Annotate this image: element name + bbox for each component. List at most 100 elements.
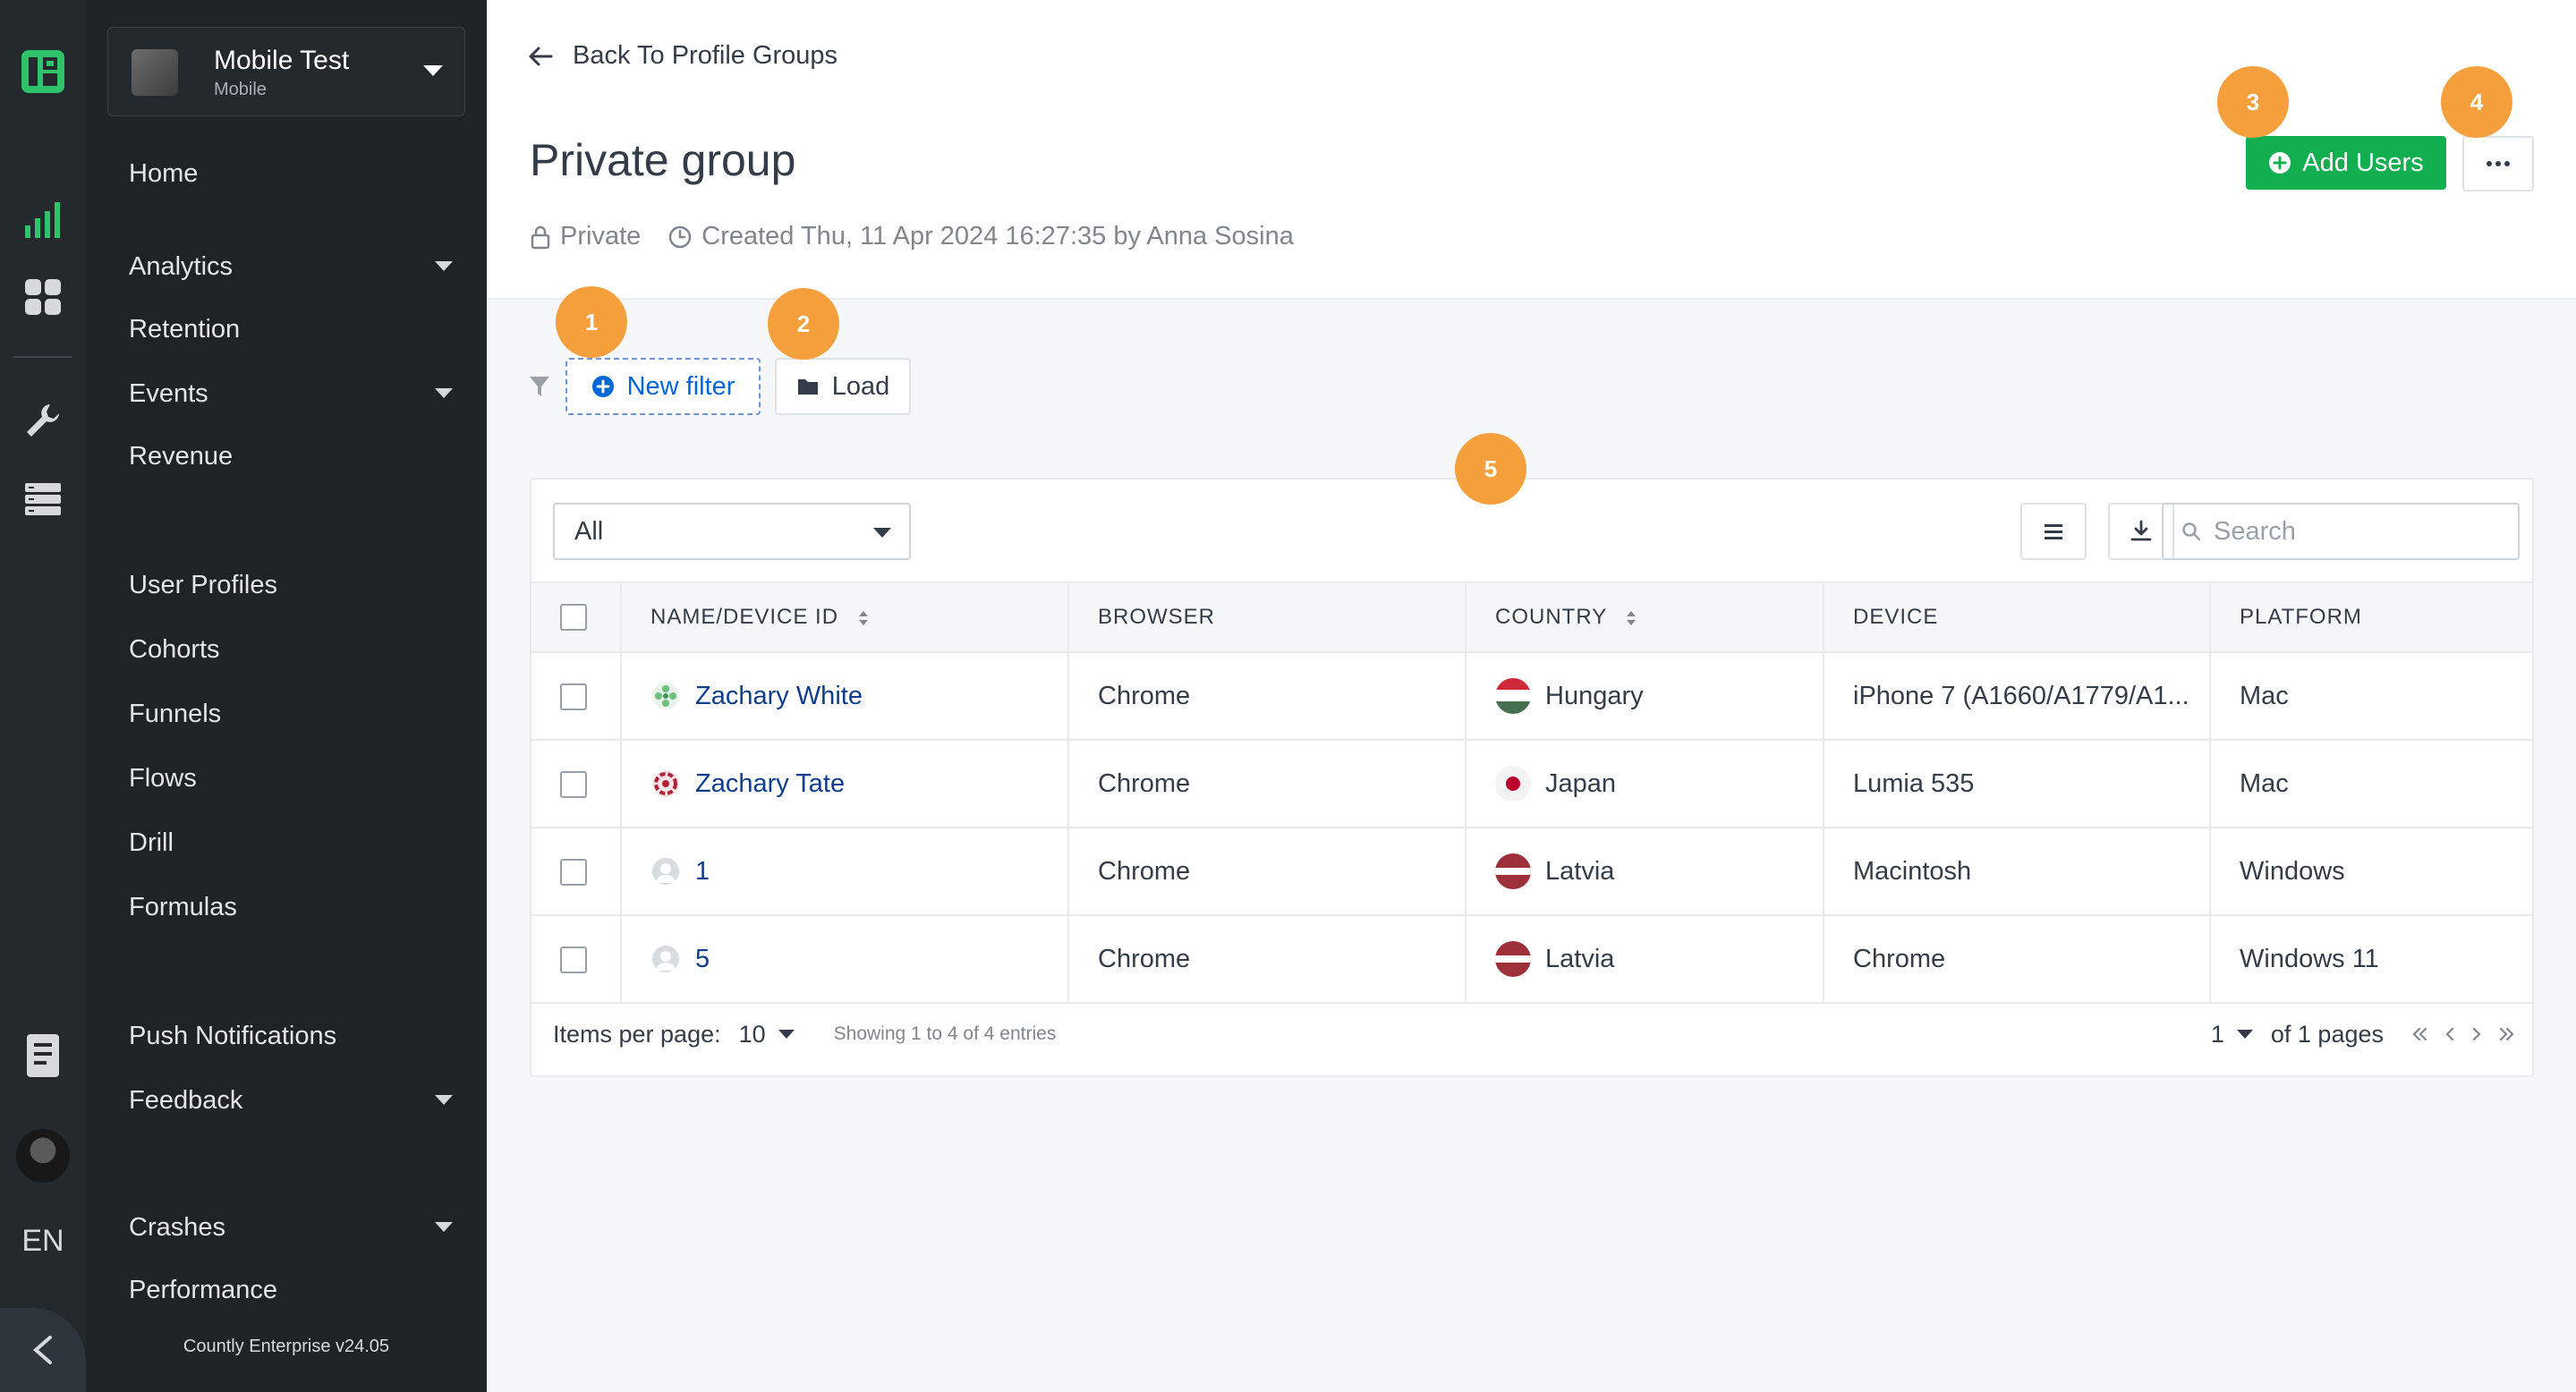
user-name-link[interactable]: Zachary Tate [695, 769, 845, 799]
chevron-down-icon [778, 1030, 795, 1039]
chevron-down-icon [435, 261, 453, 271]
nav-item-retention[interactable]: Retention [129, 311, 460, 347]
filter-funnel-icon [530, 377, 549, 396]
user-identicon-icon [652, 770, 679, 797]
download-icon [2130, 520, 2152, 541]
items-per-page-select[interactable]: 10 [739, 1021, 795, 1048]
wrench-icon[interactable] [0, 395, 86, 446]
row-checkbox[interactable] [560, 683, 587, 710]
table-row[interactable]: Zachary White Chrome Hungary iPhone 7 (A… [531, 651, 2532, 740]
table-row[interactable]: 1 Chrome Latvia Macintosh Windows [531, 827, 2532, 915]
row-checkbox[interactable] [560, 858, 587, 886]
nav-item-drill[interactable]: Drill [129, 825, 460, 861]
collapse-sidebar-button[interactable] [0, 1308, 86, 1392]
add-users-label: Add Users [2302, 148, 2424, 177]
analytics-chart-icon[interactable] [0, 195, 86, 245]
browser-cell: Chrome [1068, 827, 1467, 915]
table-row[interactable]: Zachary Tate Chrome Japan Lumia 535 Mac [531, 739, 2532, 828]
segment-select[interactable]: All [553, 503, 911, 560]
language-switch[interactable]: EN [0, 1224, 86, 1259]
app-selector[interactable]: Mobile Test Mobile [107, 27, 465, 116]
back-link[interactable]: Back To Profile Groups [528, 41, 837, 71]
column-header-country[interactable]: COUNTRY [1466, 581, 1824, 652]
nav-item-performance[interactable]: Performance [129, 1272, 460, 1308]
sort-icon[interactable] [856, 607, 871, 629]
first-page-icon[interactable] [2409, 1025, 2430, 1043]
country-label: Hungary [1545, 681, 1644, 710]
documentation-icon[interactable] [0, 1029, 86, 1082]
table-row[interactable]: 5 Chrome Latvia Chrome Windows 11 [531, 914, 2532, 1004]
nav-label: Performance [129, 1276, 278, 1304]
prev-page-icon[interactable] [2443, 1025, 2457, 1043]
platform-cell: Windows 11 [2210, 914, 2532, 1004]
japan-flag-icon [1495, 766, 1531, 802]
nav-item-events[interactable]: Events [129, 376, 460, 412]
more-options-button[interactable] [2462, 136, 2534, 191]
search-box[interactable] [2162, 503, 2520, 560]
column-settings-button[interactable] [2020, 503, 2087, 560]
browser-cell: Chrome [1068, 651, 1467, 740]
nav-item-user-profiles[interactable]: User Profiles [129, 567, 460, 603]
nav-label: Formulas [129, 893, 237, 921]
pagination: 1 of 1 pages [2211, 1016, 2518, 1052]
nav-label: Crashes [129, 1213, 225, 1242]
app-name: Mobile Test [214, 46, 350, 75]
table-header-row: NAME/DEVICE ID BROWSER COUNTRY DEVICE PL… [531, 581, 2532, 652]
table-footer: Items per page: 10 Showing 1 to 4 of 4 e… [553, 1016, 2518, 1052]
countly-logo-icon[interactable] [0, 45, 86, 98]
nav-item-push-notifications[interactable]: Push Notifications [129, 1018, 460, 1054]
next-page-icon[interactable] [2470, 1025, 2484, 1043]
row-checkbox[interactable] [560, 770, 587, 798]
nav-item-formulas[interactable]: Formulas [129, 889, 460, 925]
app-type: Mobile [214, 80, 267, 99]
nav-item-home[interactable]: Home [129, 156, 460, 191]
column-header-name[interactable]: NAME/DEVICE ID [621, 581, 1069, 652]
load-filter-button[interactable]: Load [775, 358, 911, 415]
nav-item-analytics[interactable]: Analytics [129, 249, 460, 284]
user-avatar[interactable] [16, 1129, 70, 1183]
created-label: Created Thu, 11 Apr 2024 16:27:35 by Ann… [701, 222, 1294, 250]
sort-icon[interactable] [1624, 607, 1638, 629]
nav-item-revenue[interactable]: Revenue [129, 438, 460, 474]
select-all-cell [531, 581, 622, 652]
nav-item-flows[interactable]: Flows [129, 760, 460, 796]
column-label: DEVICE [1853, 605, 1939, 629]
row-checkbox[interactable] [560, 946, 587, 973]
nav-label: User Profiles [129, 571, 277, 599]
column-label: COUNTRY [1495, 605, 1607, 629]
user-name-link[interactable]: 1 [695, 857, 710, 887]
new-filter-button[interactable]: New filter [565, 358, 761, 415]
search-input[interactable] [2214, 516, 2509, 547]
load-label: Load [831, 371, 890, 401]
rail-divider [13, 356, 72, 358]
arrow-left-icon [529, 47, 553, 65]
users-table: NAME/DEVICE ID BROWSER COUNTRY DEVICE PL… [531, 581, 2532, 1004]
user-name-link[interactable]: 5 [695, 945, 710, 974]
add-users-button[interactable]: Add Users [2246, 136, 2446, 190]
nav-item-crashes[interactable]: Crashes [129, 1210, 460, 1245]
side-navigation: Mobile Test Mobile Home Analytics Retent… [86, 0, 487, 1392]
browser-cell: Chrome [1068, 914, 1467, 1004]
nav-label: Revenue [129, 442, 234, 471]
menu-lines-icon [2045, 524, 2062, 539]
back-link-label: Back To Profile Groups [573, 41, 838, 70]
country-label: Latvia [1545, 856, 1615, 886]
annotation-badge-5: 5 [1455, 433, 1526, 505]
annotation-badge-4: 4 [2441, 66, 2512, 138]
showing-entries-label: Showing 1 to 4 of 4 entries [833, 1023, 1057, 1044]
dashboard-grid-icon[interactable] [0, 272, 86, 322]
nav-label: Feedback [129, 1086, 243, 1115]
row-select-cell [531, 651, 622, 740]
current-page: 1 [2210, 1020, 2224, 1048]
row-select-cell [531, 827, 622, 915]
page-select[interactable]: 1 [2211, 1021, 2253, 1048]
nav-item-feedback[interactable]: Feedback [129, 1082, 460, 1118]
user-name-link[interactable]: Zachary White [695, 682, 863, 711]
nav-item-funnels[interactable]: Funnels [129, 696, 460, 732]
last-page-icon[interactable] [2496, 1025, 2518, 1043]
name-cell: 1 [621, 827, 1069, 915]
nav-label: Retention [129, 315, 241, 344]
nav-item-cohorts[interactable]: Cohorts [129, 632, 460, 667]
select-all-checkbox[interactable] [560, 604, 587, 631]
management-stack-icon[interactable] [0, 474, 86, 524]
